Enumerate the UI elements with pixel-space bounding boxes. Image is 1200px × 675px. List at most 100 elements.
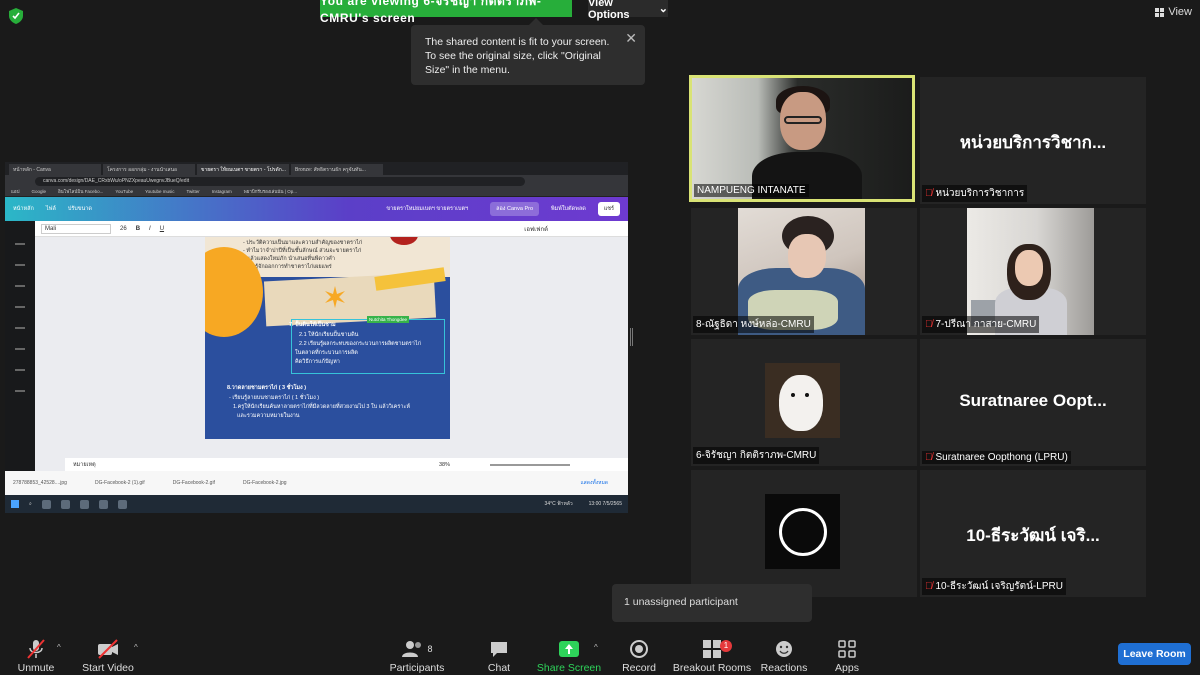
canva-design-title[interactable]: ขายตราใหม่ยมเบตฯ ขายตราเบตฯ (386, 205, 468, 213)
slide-text[interactable]: 2.1 ให้นักเรียนปั้นชามดิน (299, 331, 358, 339)
bookmark[interactable]: Google (31, 189, 46, 194)
video-tile[interactable] (691, 470, 917, 597)
sidebar-audio-icon[interactable] (15, 336, 25, 350)
canva-publish-button[interactable]: พิมพ์ใบตัดพลด (551, 205, 586, 213)
video-tile[interactable]: 8-ณัฐธิดา หงษ์หล่อ-CMRU (691, 208, 917, 335)
tray-weather[interactable]: 34°C ฟ้าหลัว (545, 500, 573, 508)
zoom-slider[interactable] (490, 463, 570, 466)
chevron-up-icon[interactable]: ^ (134, 643, 138, 652)
bookmark[interactable]: YouTube (115, 189, 133, 194)
video-tile[interactable]: NAMPUENG INTANATE (689, 75, 915, 202)
taskbar-app-icon[interactable] (79, 499, 89, 509)
close-icon[interactable]: ✕ (625, 31, 637, 45)
download-item[interactable]: DG-Facebook-2.jpg (243, 480, 287, 486)
slide-text[interactable]: - ทำไมว่าจำปาปีที่เป็นชั้นลักษณ์ ส่วนจะข… (243, 247, 361, 255)
sidebar-template-icon[interactable] (15, 231, 25, 245)
chat-button[interactable]: Chat (464, 630, 534, 674)
encryption-shield-icon[interactable] (9, 8, 23, 24)
video-tile[interactable]: Suratnaree Oopt... 🎙̸ Suratnaree Oopthong… (920, 339, 1146, 466)
browser-tab-active[interactable]: ขายตรา ให้ยมเบตฯ ขายตรา - โปรดัก... (197, 164, 289, 175)
slide-text[interactable]: 1.ครูให้นักเรียนค้นหาลายตราไก่ที่มีลวดลา… (233, 403, 410, 411)
bookmark[interactable]: พยาบิกรีบรองเล่นนัน | Op... (244, 188, 297, 195)
reactions-button[interactable]: Reactions (749, 630, 819, 674)
sidebar-more-icon[interactable] (15, 378, 25, 392)
sidebar-upload-icon[interactable] (15, 273, 25, 287)
video-tile[interactable]: 🎙̸ 7-ปรีณา กาสาย-CMRU (920, 208, 1146, 335)
zoom-level[interactable]: 38% (439, 462, 450, 468)
taskbar-app-icon[interactable] (117, 499, 127, 509)
slide-text[interactable]: - เรียนรู้ลายบนชามตราไก่ ( 1 ชั่วโมง ) (229, 394, 319, 402)
splitter-handle[interactable] (630, 328, 633, 346)
chat-icon (491, 642, 507, 657)
canva-share-button[interactable]: แชร์ (597, 202, 620, 216)
canva-pro-button[interactable]: ลอง Canva Pro (490, 202, 539, 216)
chevron-up-icon[interactable]: ^ (594, 643, 598, 652)
bookmark[interactable]: Youtube music (145, 189, 174, 194)
slide-text[interactable]: - ประวัติความเป็นมาและความสำคัญของชาตราไ… (243, 239, 362, 247)
taskbar-app-icon[interactable] (41, 499, 51, 509)
slide-text[interactable]: และรวมความหมายในงาน (237, 412, 300, 420)
sidebar-projects-icon[interactable] (15, 315, 25, 329)
view-options-label: View Options (588, 0, 630, 21)
download-item[interactable]: DG-Facebook-2.gif (173, 480, 215, 486)
download-item[interactable]: 278788853_42528....jpg (13, 480, 67, 486)
effects-button[interactable]: เอฟเฟกต์ (524, 224, 548, 234)
address-bar[interactable]: canva.com/design/DAE_CRxbWu/oPNZXpeauUwe… (35, 176, 525, 186)
windows-start-icon[interactable] (11, 500, 19, 508)
collaborator-tag: Nutchita Thongdee (367, 316, 409, 323)
record-button[interactable]: Record (604, 630, 674, 674)
sidebar-video-icon[interactable] (15, 357, 25, 371)
chevron-up-icon[interactable]: ^ (57, 643, 61, 652)
leave-room-button[interactable]: Leave Room (1118, 643, 1191, 665)
browser-tab[interactable]: หน้าหลัก - Canva (9, 164, 101, 175)
muted-mic-icon: 🎙̸ (925, 188, 933, 199)
apps-button[interactable]: Apps (812, 630, 882, 674)
font-size-input[interactable]: 26 (120, 226, 127, 232)
view-layout-button[interactable]: View (1155, 6, 1192, 18)
search-icon[interactable]: ⌕ (29, 501, 32, 507)
browser-tab[interactable]: โครงการ ออกกลุ่ม - งานนำเสนอ (103, 164, 195, 175)
slide-heading[interactable]: 8.วาดลายชามตราไก่ ( 3 ชั่วโมง ) (227, 384, 306, 392)
sidebar-elements-icon[interactable] (15, 252, 25, 266)
canva-resize-menu[interactable]: ปรับขนาด (68, 205, 92, 213)
unmute-button[interactable]: Unmute (1, 630, 71, 674)
video-tile[interactable]: 6-จิรัชญา กิตติราภพ-CMRU (691, 339, 917, 466)
italic-icon[interactable]: I (149, 226, 151, 232)
view-options-button[interactable]: View Options ⌄ (588, 0, 668, 21)
canva-home-link[interactable]: หน้าหลัก (13, 205, 34, 213)
browser-tab[interactable]: Bronze: สัทธิตรานธัก ครูจันทัน... (291, 164, 383, 175)
show-all-downloads[interactable]: แสดงทั้งหมด (580, 479, 608, 487)
bookmark[interactable]: Twitter (186, 189, 199, 194)
tray-clock[interactable]: 13:00 7/5/2565 (589, 501, 622, 507)
unassigned-participant-popup[interactable]: 1 unassigned participant (612, 584, 812, 622)
bookmark[interactable]: Instagram (212, 189, 232, 194)
muted-mic-icon: 🎙̸ (925, 319, 933, 330)
font-family-select[interactable]: Mali (41, 223, 111, 234)
slide-heading[interactable]: 7. ปั้นดินให้เป็นชาม (289, 321, 336, 329)
canva-canvas-area: Mali 26 B I U เอฟเฟกต์ - ประวัติความเป็น… (35, 221, 628, 471)
sidebar-text-icon[interactable] (15, 294, 25, 308)
slide-canvas[interactable]: - ประวัติความเป็นมาและความสำคัญของชาตราไ… (205, 237, 450, 439)
slide-text[interactable]: 2.2 เรียนรู้ผลกระทบของกระบวนการผลิตชามตร… (299, 340, 421, 348)
notes-button[interactable]: หมายเหตุ (73, 461, 96, 469)
breakout-rooms-button[interactable]: Breakout Rooms (672, 630, 752, 674)
share-screen-button[interactable]: Share Screen (534, 630, 604, 674)
participants-button[interactable]: 8 Participants (382, 630, 452, 674)
taskbar-app-icon[interactable] (98, 499, 108, 509)
slide-text[interactable]: คิดวิธีการแก้ปัญหา (295, 358, 340, 366)
shared-screen[interactable]: หน้าหลัก - Canva โครงการ ออกกลุ่ม - งานน… (5, 162, 628, 513)
start-video-button[interactable]: Start Video (73, 630, 143, 674)
download-item[interactable]: DG-Facebook-2 (1).gif (95, 480, 145, 486)
fit-to-screen-tooltip: The shared content is fit to your screen… (411, 18, 645, 85)
slide-text[interactable]: ในตลาดที่กระบวนการผลิต (295, 349, 358, 357)
participant-video (765, 494, 840, 569)
underline-icon[interactable]: U (160, 226, 164, 232)
bold-icon[interactable]: B (136, 226, 140, 232)
taskbar-app-icon[interactable] (60, 499, 70, 509)
video-tile[interactable]: หน่วยบริการวิชาก... 🎙̸ หน่วยบริการวิชาการ (920, 77, 1146, 204)
bookmark[interactable]: แอป (11, 188, 19, 195)
canva-file-menu[interactable]: ไฟล์ (46, 205, 56, 213)
muted-mic-icon (27, 639, 45, 659)
bookmark[interactable]: อินโฟไลน์บิน Facebo... (58, 188, 103, 195)
video-tile[interactable]: 10-ธีระวัฒน์ เจริ... 🎙̸ 10-ธีระวัฒน์ เจริ… (920, 470, 1146, 597)
